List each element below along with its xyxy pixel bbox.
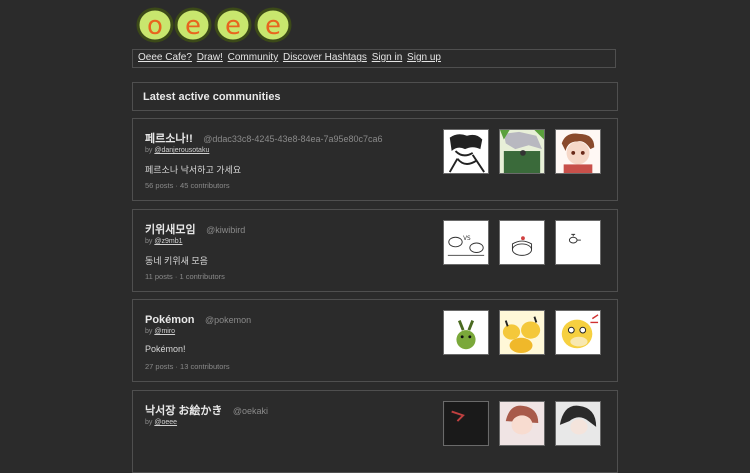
- by-label: by: [145, 419, 153, 426]
- thumbnail-small-kiwi[interactable]: [555, 220, 601, 265]
- thumbnail-manga-man[interactable]: [443, 129, 489, 174]
- nav-link-sign-in[interactable]: Sign in: [372, 52, 403, 63]
- community-owner-line: by @danjerousotaku: [145, 147, 209, 154]
- nav-link-draw[interactable]: Draw!: [197, 52, 223, 63]
- community-card[interactable]: Pokémon @pokemon by @miro Pokémon! 27 po…: [132, 299, 618, 382]
- by-label: by: [145, 147, 153, 154]
- svg-text:e: e: [225, 11, 241, 41]
- thumbnail-brown-hair[interactable]: [555, 129, 601, 174]
- thumbnail-anime-girl[interactable]: [499, 401, 545, 446]
- community-handle: @oekaki: [232, 406, 269, 416]
- community-owner-line: by @oeee: [145, 419, 177, 426]
- community-name[interactable]: 키위새모임: [145, 224, 196, 236]
- owner-link[interactable]: @z9mb1: [154, 238, 182, 245]
- community-description: Pokémon!: [145, 344, 186, 354]
- owner-link[interactable]: @danjerousotaku: [154, 147, 209, 154]
- thumbnail-psyduck[interactable]: [555, 310, 601, 355]
- community-owner-line: by @miro: [145, 328, 175, 335]
- thumbnail-kiwi-vs[interactable]: VS: [443, 220, 489, 265]
- community-handle: @kiwibird: [206, 225, 246, 235]
- community-card[interactable]: 키위새모임 @kiwibird by @z9mb1 동네 키위새 모음 11 p…: [132, 209, 618, 292]
- thumbnail-pikachu-group[interactable]: [499, 310, 545, 355]
- logo-letter-o: o: [147, 11, 163, 41]
- community-card[interactable]: 낙서장 お絵かき @oekaki by @oeee: [132, 390, 618, 473]
- thumbnail-silver-hair[interactable]: [499, 129, 545, 174]
- site-logo[interactable]: o e e e: [135, 6, 295, 46]
- community-name[interactable]: Pokémon: [145, 314, 195, 326]
- thumbnail-strip: [443, 129, 607, 174]
- community-card[interactable]: 페르소나!! @ddac33c8-4245-43e8-84ea-7a95e80c…: [132, 118, 618, 201]
- community-description: 페르소나 낙서하고 가세요: [145, 165, 242, 175]
- community-description: 동네 키위새 모음: [145, 256, 208, 266]
- community-name[interactable]: 페르소나!!: [145, 133, 193, 145]
- svg-text:VS: VS: [463, 236, 471, 242]
- community-stats: 27 posts · 13 contributors: [145, 362, 230, 371]
- by-label: by: [145, 328, 153, 335]
- community-name[interactable]: 낙서장 お絵かき: [145, 405, 222, 417]
- section-title: Latest active communities: [143, 91, 281, 103]
- svg-text:e: e: [185, 11, 201, 41]
- thumbnail-strip: VS: [443, 220, 607, 265]
- nav-link-about[interactable]: Oeee Cafe?: [138, 52, 192, 63]
- community-handle: @ddac33c8-4245-43e8-84ea-7a95e80c7ca6: [203, 134, 383, 144]
- thumbnail-dark-hair[interactable]: [555, 401, 601, 446]
- thumbnail-strip: [443, 310, 607, 355]
- thumbnail-cake[interactable]: [499, 220, 545, 265]
- by-label: by: [145, 238, 153, 245]
- community-stats: 56 posts · 45 contributors: [145, 181, 230, 190]
- section-heading: Latest active communities: [132, 82, 618, 111]
- owner-link[interactable]: @oeee: [154, 419, 177, 426]
- nav-link-sign-up[interactable]: Sign up: [407, 52, 441, 63]
- community-owner-line: by @z9mb1: [145, 238, 182, 245]
- main-nav: Oeee Cafe? Draw! Community Discover Hash…: [132, 49, 616, 68]
- thumbnail-green-creature[interactable]: [443, 310, 489, 355]
- owner-link[interactable]: @miro: [154, 328, 175, 335]
- thumbnail-strip: [443, 401, 607, 446]
- community-stats: 11 posts · 1 contributors: [145, 272, 225, 281]
- thumbnail-dark-drawing[interactable]: [443, 401, 489, 446]
- svg-text:e: e: [265, 11, 281, 41]
- community-handle: @pokemon: [204, 315, 252, 325]
- nav-link-hashtags[interactable]: Discover Hashtags: [283, 52, 367, 63]
- nav-link-community[interactable]: Community: [228, 52, 279, 63]
